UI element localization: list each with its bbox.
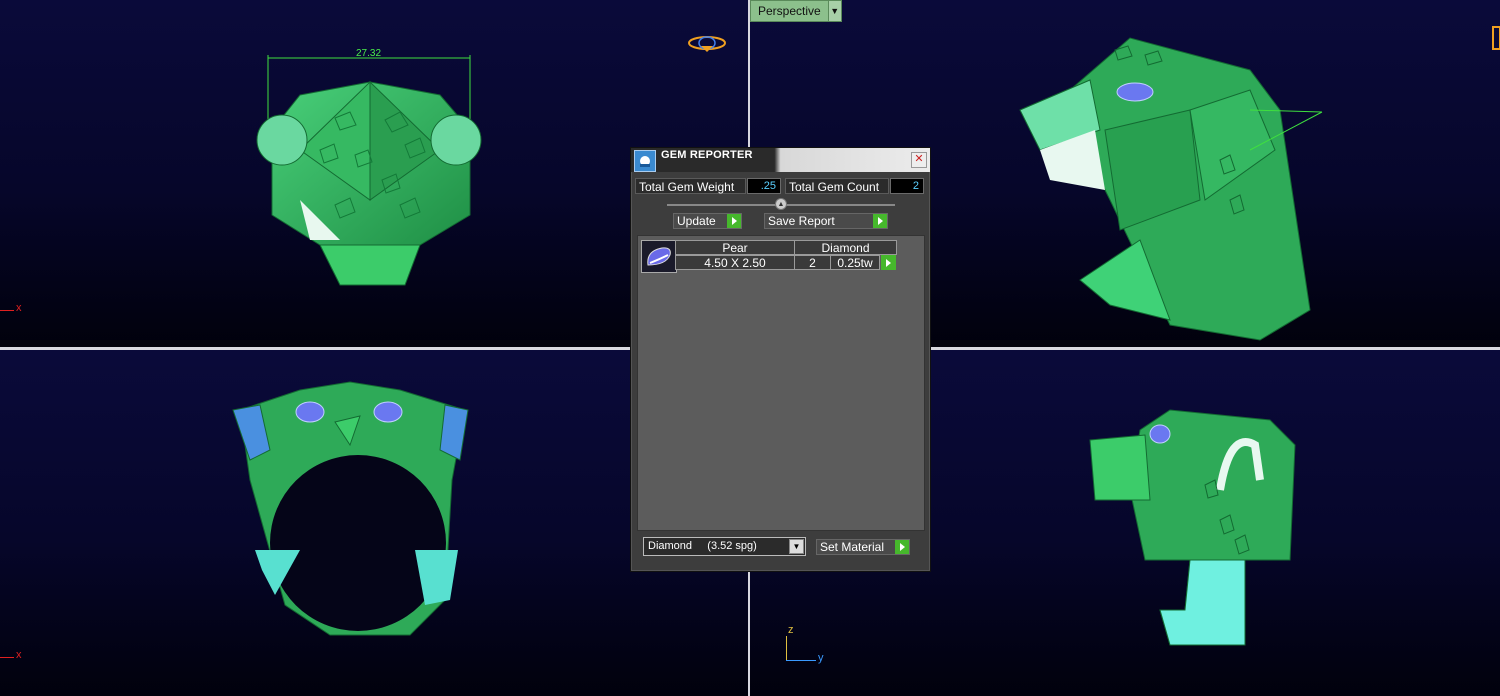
update-button-label: Update — [677, 214, 716, 228]
y-axis-label: y — [818, 652, 824, 664]
view-cube-icon[interactable] — [686, 32, 728, 54]
material-select[interactable]: Diamond (3.52 spg) ▼ — [643, 537, 806, 556]
z-axis-label: z — [788, 624, 794, 636]
y-axis-line — [786, 660, 816, 661]
gem-weight: 0.25tw — [830, 255, 880, 270]
material-select-value: Diamond (3.52 spg) — [648, 540, 757, 552]
view-label-text: Perspective — [758, 4, 821, 18]
total-gem-count-value: 2 — [890, 178, 924, 194]
z-axis-line — [786, 636, 787, 660]
gem-row-arrow-icon[interactable] — [881, 255, 896, 270]
gem-reporter-panel: GEM REPORTER ✕ Total Gem Weight .25 Tota… — [630, 147, 931, 572]
dimension-label: 27.32 — [356, 48, 382, 59]
chevron-down-icon[interactable]: ▼ — [789, 539, 804, 554]
x-axis-line — [0, 310, 14, 311]
play-arrow-icon — [873, 214, 887, 228]
set-material-button[interactable]: Set Material — [816, 539, 910, 555]
save-report-button[interactable]: Save Report — [764, 213, 888, 229]
chevron-down-icon[interactable]: ▼ — [827, 1, 841, 21]
gem-size: 4.50 X 2.50 — [675, 255, 795, 270]
play-arrow-icon — [895, 540, 909, 554]
splitter-handle[interactable]: ▲ — [775, 198, 787, 210]
gem-material: Diamond — [794, 240, 897, 255]
total-gem-weight-label: Total Gem Weight — [635, 178, 746, 194]
update-button[interactable]: Update — [673, 213, 742, 229]
save-report-button-label: Save Report — [768, 214, 835, 228]
gem-list[interactable]: Pear Diamond 4.50 X 2.50 2 0.25tw — [637, 235, 925, 531]
view-label-dropdown[interactable]: Perspective ▼ — [750, 0, 842, 22]
pear-gem-icon — [641, 240, 677, 273]
play-arrow-icon — [727, 214, 741, 228]
x-axis-label: x — [16, 302, 22, 314]
gem-reporter-icon — [634, 150, 656, 172]
total-gem-weight-value: .25 — [747, 178, 781, 194]
x-axis-line-bottom — [0, 657, 14, 658]
gem-list-item[interactable]: Pear Diamond 4.50 X 2.50 2 0.25tw — [641, 240, 897, 273]
close-icon[interactable]: ✕ — [911, 152, 927, 168]
total-gem-count-label: Total Gem Count — [785, 178, 889, 194]
gem-count: 2 — [794, 255, 831, 270]
view-cube-icon-partial[interactable] — [1492, 26, 1500, 50]
panel-titlebar[interactable]: GEM REPORTER ✕ — [631, 148, 930, 172]
x-axis-label-bottom: x — [16, 649, 22, 661]
panel-title: GEM REPORTER — [661, 149, 753, 161]
set-material-button-label: Set Material — [820, 540, 885, 554]
gem-shape: Pear — [675, 240, 795, 255]
